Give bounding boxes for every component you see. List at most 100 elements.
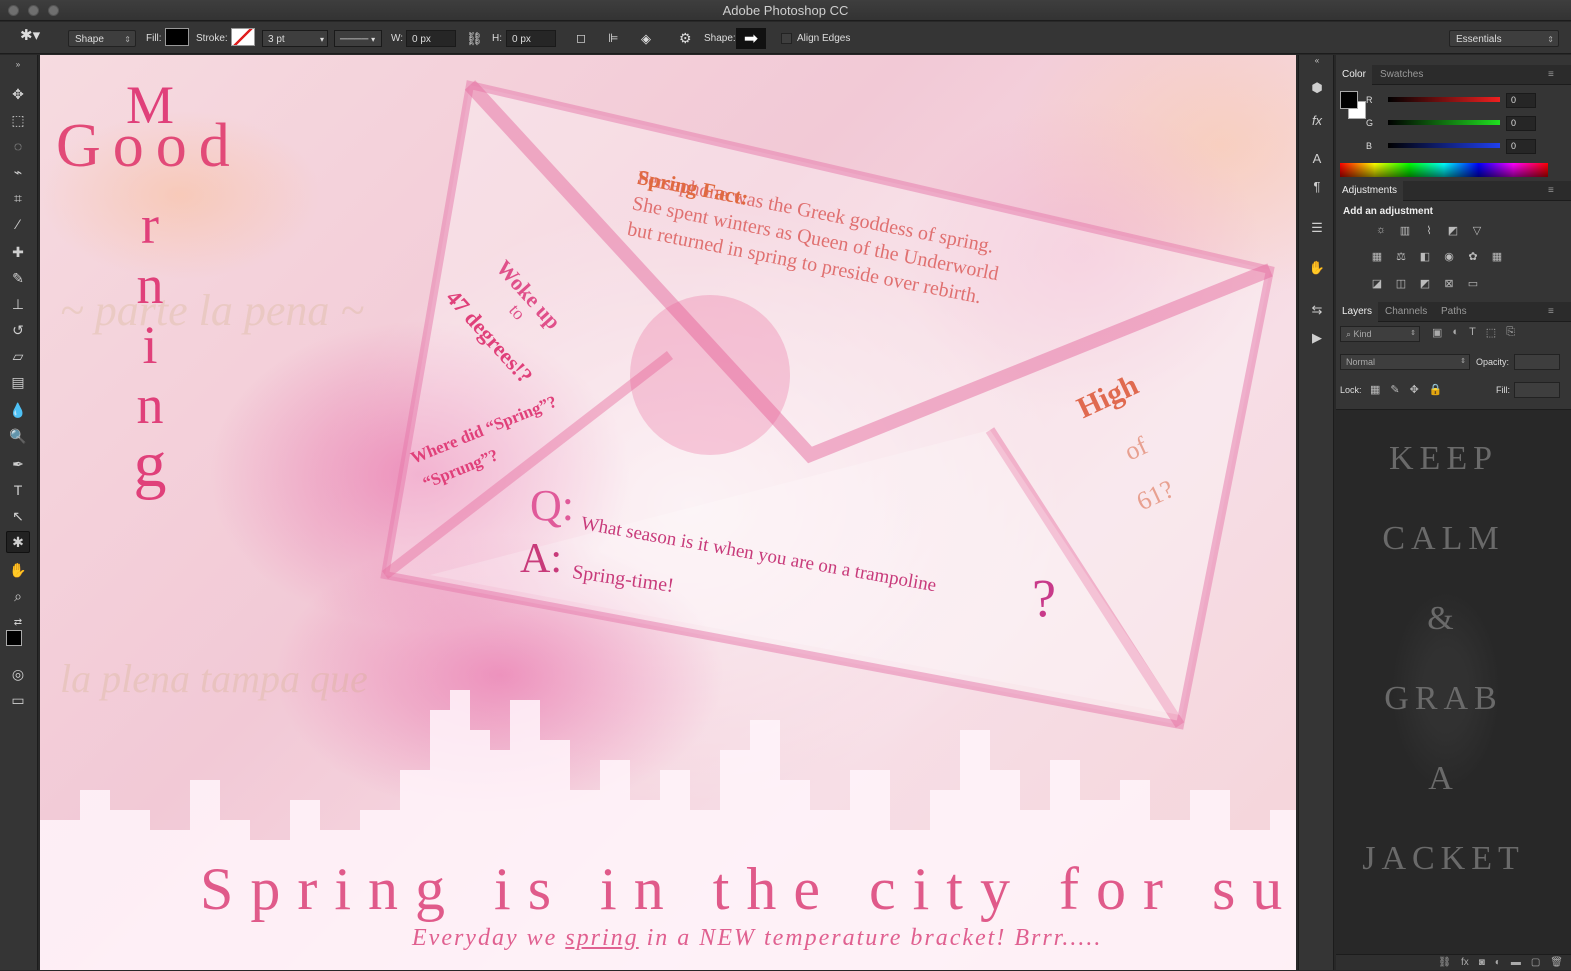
green-slider[interactable] xyxy=(1388,120,1500,125)
photo-filter-icon[interactable]: ◉ xyxy=(1440,248,1458,264)
exposure-icon[interactable]: ◩ xyxy=(1444,222,1462,238)
blur-icon[interactable]: 💧 xyxy=(6,399,30,421)
gear-icon[interactable]: ⚙ xyxy=(679,30,692,47)
lasso-icon[interactable]: ◌ xyxy=(6,135,30,157)
history-brush-icon[interactable]: ↺ xyxy=(6,319,30,341)
hand-icon[interactable]: ✋ xyxy=(6,559,30,581)
healing-icon[interactable]: ✚ xyxy=(6,241,30,263)
tab-paths[interactable]: Paths xyxy=(1441,306,1467,317)
lock-position-icon[interactable]: ✥ xyxy=(1410,383,1419,396)
tab-color[interactable]: Color xyxy=(1336,65,1372,85)
play-icon[interactable]: ▶ xyxy=(1305,327,1329,349)
brush-preset-icon[interactable]: ✋ xyxy=(1305,257,1329,279)
crop-icon[interactable]: ⌗ xyxy=(6,187,30,209)
blue-value[interactable]: 0 xyxy=(1506,139,1536,154)
posterize-icon[interactable]: ◫ xyxy=(1392,275,1410,291)
height-field[interactable]: 0 px xyxy=(506,30,556,47)
fill-swatch[interactable] xyxy=(165,28,189,46)
opacity-field[interactable] xyxy=(1514,354,1560,370)
move-icon[interactable]: ✥ xyxy=(6,83,30,105)
adjustment-filter-icon[interactable]: ◐ xyxy=(1452,326,1459,339)
hue-sat-icon[interactable]: ▦ xyxy=(1368,248,1386,264)
layer-filter-select[interactable]: ⌕ Kind ⇕ xyxy=(1340,326,1420,342)
tab-layers[interactable]: Layers xyxy=(1336,302,1379,322)
screen-mode-icon[interactable]: ▭ xyxy=(6,689,30,711)
custom-shape-tool-preset-icon[interactable]: ✱▾ xyxy=(20,27,40,44)
type-filter-icon[interactable]: T xyxy=(1469,326,1476,339)
layers-list[interactable]: KEEP CALM & GRAB A JACKET xyxy=(1336,409,1571,954)
lock-all-icon[interactable]: 🔒 xyxy=(1429,383,1443,396)
curves-icon[interactable]: ⌇ xyxy=(1420,222,1438,238)
stamp-icon[interactable]: ⊥ xyxy=(6,293,30,315)
character-icon[interactable]: A xyxy=(1305,147,1329,169)
levels-icon[interactable]: ▥ xyxy=(1396,222,1414,238)
path-arrangement-icon[interactable]: ◈ xyxy=(641,30,651,47)
selective-color-icon[interactable]: ⊠ xyxy=(1440,275,1458,291)
eraser-icon[interactable]: ▱ xyxy=(6,345,30,367)
delete-layer-icon[interactable]: 🗑 xyxy=(1550,955,1563,970)
layer-style-icon[interactable]: fx xyxy=(1461,955,1469,970)
paragraph-icon[interactable]: ¶ xyxy=(1305,175,1329,197)
foreground-color-swatch[interactable] xyxy=(6,630,22,646)
new-layer-icon[interactable]: ▢ xyxy=(1531,955,1540,970)
red-slider[interactable] xyxy=(1388,97,1500,102)
zoom-icon[interactable]: ⌕ xyxy=(6,585,30,607)
pen-icon[interactable]: ✒ xyxy=(6,453,30,475)
panel-menu-icon[interactable]: ≡ xyxy=(1548,69,1554,80)
eyedropper-icon[interactable]: ⁄ xyxy=(6,213,30,235)
color-spectrum[interactable] xyxy=(1340,163,1548,177)
stroke-swatch[interactable] xyxy=(231,28,255,46)
stroke-width-select[interactable]: 3 pt ▾ xyxy=(262,30,328,47)
link-icon[interactable]: ⛓ xyxy=(466,30,483,47)
fill-field[interactable] xyxy=(1514,382,1560,398)
shape-picker-arrow-icon[interactable]: ➡ xyxy=(736,28,766,49)
new-fill-layer-icon[interactable]: ◐ xyxy=(1495,955,1501,970)
properties-icon[interactable]: ☰ xyxy=(1305,217,1329,239)
path-operations-icon[interactable]: ◻ xyxy=(576,30,586,47)
threshold-icon[interactable]: ◩ xyxy=(1416,275,1434,291)
shape-filter-icon[interactable]: ⬚ xyxy=(1486,326,1496,339)
tool-mode-select[interactable]: Shape ⇕ xyxy=(68,30,136,47)
collapse-tools-icon[interactable]: » xyxy=(6,59,30,69)
channel-mixer-icon[interactable]: ✿ xyxy=(1464,248,1482,264)
type-icon[interactable]: T xyxy=(6,479,30,501)
align-edges-checkbox[interactable] xyxy=(781,33,792,44)
gradient-icon[interactable]: ▤ xyxy=(6,371,30,393)
history-icon[interactable]: ⇆ xyxy=(1305,299,1329,321)
bw-icon[interactable]: ◧ xyxy=(1416,248,1434,264)
document-canvas[interactable]: ~ parte la pena ~ la plena tampa que Goo… xyxy=(40,55,1296,970)
color-balance-icon[interactable]: ⚖ xyxy=(1392,248,1410,264)
green-value[interactable]: 0 xyxy=(1506,116,1536,131)
dodge-icon[interactable]: 🔍 xyxy=(6,425,30,447)
blue-slider[interactable] xyxy=(1388,143,1500,148)
smart-object-filter-icon[interactable]: ⎘ xyxy=(1506,326,1515,339)
tab-swatches[interactable]: Swatches xyxy=(1380,69,1423,80)
fx-icon[interactable]: fx xyxy=(1305,109,1329,131)
vibrance-icon[interactable]: ▽ xyxy=(1468,222,1486,238)
gradient-map-icon[interactable]: ▭ xyxy=(1464,275,1482,291)
color-lookup-icon[interactable]: ▦ xyxy=(1488,248,1506,264)
lock-pixels-icon[interactable]: ✎ xyxy=(1390,383,1399,396)
path-alignment-icon[interactable]: ⊫ xyxy=(608,30,618,47)
tab-channels[interactable]: Channels xyxy=(1385,306,1427,317)
path-select-icon[interactable]: ↖ xyxy=(6,505,30,527)
new-group-icon[interactable]: ▬ xyxy=(1511,955,1521,970)
pixel-filter-icon[interactable]: ▣ xyxy=(1432,326,1442,339)
invert-icon[interactable]: ◪ xyxy=(1368,275,1386,291)
panel-menu-icon[interactable]: ≡ xyxy=(1548,306,1554,317)
link-layers-icon[interactable]: ⛓ xyxy=(1438,955,1451,970)
collapse-dock-icon[interactable]: « xyxy=(1305,55,1329,65)
red-value[interactable]: 0 xyxy=(1506,93,1536,108)
color-foreground-swatch[interactable] xyxy=(1340,91,1358,109)
workspace-select[interactable]: Essentials ⇕ xyxy=(1449,30,1559,47)
3d-icon[interactable]: ⬢ xyxy=(1305,77,1329,99)
quick-mask-icon[interactable]: ◎ xyxy=(6,663,30,685)
width-field[interactable]: 0 px xyxy=(406,30,456,47)
quick-select-icon[interactable]: ⌁ xyxy=(6,161,30,183)
lock-transparency-icon[interactable]: ▦ xyxy=(1370,383,1380,396)
tab-adjustments[interactable]: Adjustments xyxy=(1336,181,1404,201)
add-mask-icon[interactable]: ◙ xyxy=(1479,955,1485,970)
brush-icon[interactable]: ✎ xyxy=(6,267,30,289)
brightness-icon[interactable]: ☼ xyxy=(1372,222,1390,238)
custom-shape-icon[interactable]: ✱ xyxy=(6,531,30,553)
